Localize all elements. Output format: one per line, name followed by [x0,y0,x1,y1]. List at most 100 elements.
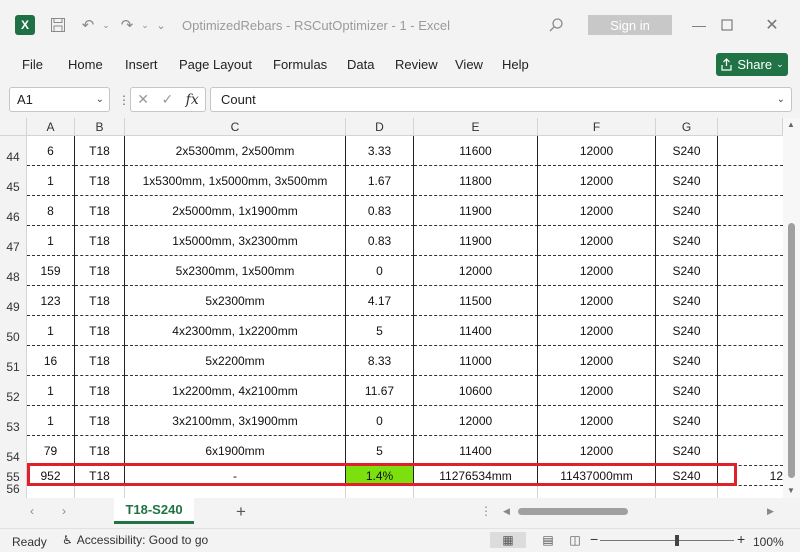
cell-col-e[interactable]: 12000 [414,256,538,286]
cell-col-b[interactable]: T18 [75,136,125,166]
customize-toolbar-icon[interactable]: ⌄ [150,14,172,36]
cell-col-a[interactable]: 16 [27,346,75,376]
cell-col-g[interactable]: S240 [656,376,718,406]
cell-col-h[interactable] [718,486,783,498]
row-header[interactable]: 44 [0,136,27,166]
insert-function-icon[interactable]: fx [186,92,199,108]
row-header[interactable]: 51 [0,346,27,376]
sheet-options-icon[interactable]: ⋮ [480,504,492,518]
cell-col-c[interactable]: 2x5300mm, 2x500mm [125,136,346,166]
cell-col-e[interactable]: 11900 [414,226,538,256]
cell-col-d[interactable]: 0.83 [346,196,414,226]
undo-dropdown-icon[interactable]: ⌄ [95,14,117,36]
zoom-in-icon[interactable]: + [737,531,745,547]
cell-col-f[interactable]: 12000 [538,256,656,286]
cell-col-e[interactable]: 11500 [414,286,538,316]
cell-col-h[interactable]: 12 [718,466,783,486]
confirm-icon[interactable]: ✓ [161,91,173,108]
cell-col-h[interactable] [718,286,783,316]
cell-col-h[interactable] [718,376,783,406]
row-header[interactable]: 46 [0,196,27,226]
cell-col-h[interactable] [718,406,783,436]
cell-col-b[interactable]: T18 [75,166,125,196]
vertical-scrollbar[interactable]: ▲ ▼ [783,118,800,498]
column-header-d[interactable]: D [346,118,414,136]
cell-col-f[interactable]: 12000 [538,406,656,436]
tab-formulas[interactable]: Formulas [273,57,327,72]
cell-col-e[interactable]: 11800 [414,166,538,196]
cell-col-a[interactable]: 79 [27,436,75,466]
cell-col-c[interactable]: - [125,466,346,486]
cell-col-e[interactable]: 12000 [414,406,538,436]
column-header-e[interactable]: E [414,118,538,136]
cell-col-b[interactable]: T18 [75,196,125,226]
minimize-icon[interactable]: — [688,14,710,36]
cell-col-h[interactable] [718,436,783,466]
formula-input[interactable]: Count ⌄ [210,87,792,112]
cell-col-c[interactable]: 1x5000mm, 3x2300mm [125,226,346,256]
cell-col-e[interactable]: 11000 [414,346,538,376]
cell-col-b[interactable] [75,486,125,498]
cell-col-c[interactable]: 5x2300mm, 1x500mm [125,256,346,286]
row-header[interactable]: 49 [0,286,27,316]
cell-col-b[interactable]: T18 [75,346,125,376]
cell-col-b[interactable]: T18 [75,256,125,286]
row-header[interactable]: 48 [0,256,27,286]
normal-view-icon[interactable]: ▦ [490,532,526,548]
cell-col-d[interactable] [346,486,414,498]
cell-col-a[interactable]: 1 [27,316,75,346]
cell-col-d[interactable]: 8.33 [346,346,414,376]
cell-col-f[interactable]: 12000 [538,226,656,256]
column-header-h[interactable] [718,118,783,136]
tab-view[interactable]: View [455,57,483,72]
zoom-slider-thumb[interactable] [675,535,679,546]
cell-col-e[interactable]: 10600 [414,376,538,406]
chevron-down-icon[interactable]: ⌄ [96,88,104,111]
cell-col-d[interactable]: 1.4% [346,466,414,486]
cell-col-f[interactable]: 11437000mm [538,466,656,486]
cell-col-g[interactable]: S240 [656,286,718,316]
page-break-view-icon[interactable]: ◫ [567,532,583,548]
cell-col-g[interactable]: S240 [656,466,718,486]
tab-page-layout[interactable]: Page Layout [179,57,252,72]
sign-in-button[interactable]: Sign in [588,15,672,35]
cell-col-b[interactable]: T18 [75,286,125,316]
cell-col-f[interactable]: 12000 [538,166,656,196]
cell-col-a[interactable]: 1 [27,376,75,406]
name-box[interactable]: A1 ⌄ [9,87,110,112]
cell-col-e[interactable]: 11276534mm [414,466,538,486]
cell-col-f[interactable]: 12000 [538,316,656,346]
zoom-out-icon[interactable]: − [590,531,598,547]
tab-insert[interactable]: Insert [125,57,158,72]
cell-col-f[interactable]: 12000 [538,286,656,316]
cell-col-a[interactable]: 1 [27,166,75,196]
scroll-down-icon[interactable]: ▼ [787,486,795,495]
cell-col-g[interactable]: S240 [656,136,718,166]
close-icon[interactable]: ✕ [761,14,783,36]
more-options-icon[interactable]: ⋮ [118,93,130,107]
save-icon[interactable] [47,14,69,36]
cell-col-g[interactable]: S240 [656,406,718,436]
scroll-up-icon[interactable]: ▲ [787,120,795,129]
cell-col-g[interactable]: S240 [656,256,718,286]
tab-data[interactable]: Data [347,57,374,72]
cell-col-c[interactable]: 5x2200mm [125,346,346,376]
share-button[interactable]: Share ⌄ [716,53,788,76]
cell-col-d[interactable]: 1.67 [346,166,414,196]
cell-col-e[interactable] [414,486,538,498]
zoom-slider[interactable] [600,540,734,541]
cell-col-a[interactable]: 1 [27,406,75,436]
cell-col-h[interactable] [718,166,783,196]
cell-col-b[interactable]: T18 [75,226,125,256]
expand-formula-icon[interactable]: ⌄ [777,88,785,111]
row-header[interactable]: 45 [0,166,27,196]
cell-col-d[interactable]: 3.33 [346,136,414,166]
page-layout-view-icon[interactable]: ▤ [540,532,556,548]
cell-col-c[interactable]: 6x1900mm [125,436,346,466]
cell-col-g[interactable]: S240 [656,166,718,196]
row-header[interactable]: 52 [0,376,27,406]
column-header-a[interactable]: A [27,118,75,136]
cell-col-a[interactable]: 6 [27,136,75,166]
next-sheet-icon[interactable]: › [62,504,66,518]
cell-col-h[interactable] [718,226,783,256]
